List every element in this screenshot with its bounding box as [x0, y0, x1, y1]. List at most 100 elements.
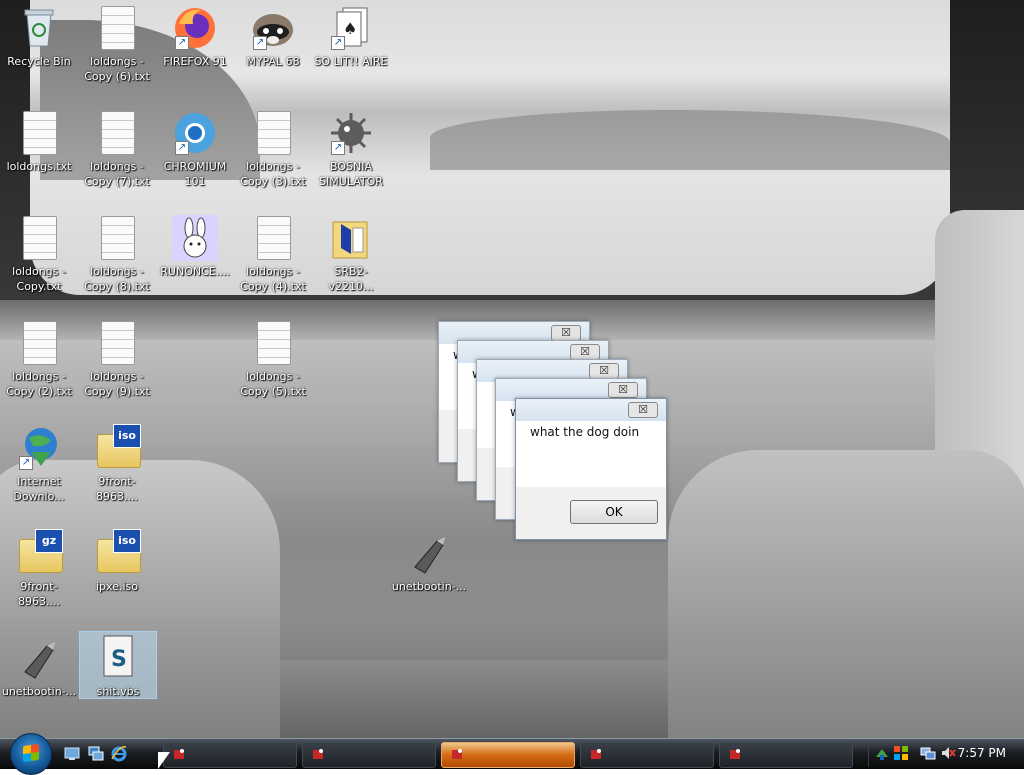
- script-host-icon: [452, 749, 462, 759]
- recycle-bin-icon: [15, 4, 63, 52]
- desktop-icon-firefox[interactable]: ↗ FIREFOX 91: [157, 4, 233, 69]
- script-host-icon: [313, 749, 323, 759]
- desktop-icon-gz[interactable]: gz 9front-8963....: [1, 529, 77, 609]
- icon-label: MYPAL 68: [246, 55, 300, 68]
- firefox-icon: ↗: [171, 4, 219, 52]
- start-button[interactable]: [10, 733, 52, 775]
- svg-text:S: S: [111, 647, 127, 672]
- icon-label: loldongs - Copy (9).txt: [84, 370, 150, 398]
- desktop-icon-bosnia-simulator[interactable]: ↗ BOSNIA SIMULATOR: [313, 109, 389, 189]
- desktop-icon-vbs[interactable]: S shit.vbs: [79, 631, 157, 699]
- network-share-icon[interactable]: [874, 745, 890, 761]
- switch-windows-icon[interactable]: [88, 746, 104, 762]
- desktop-icon-chromium[interactable]: ↗ CHROMIUM 101: [157, 109, 233, 189]
- icon-label: loldongs - Copy (7).txt: [84, 160, 150, 188]
- shortcut-arrow-icon: ↗: [175, 141, 189, 155]
- icon-label: loldongs - Copy (2).txt: [6, 370, 72, 398]
- icon-label: loldongs - Copy.txt: [12, 265, 66, 293]
- desktop-icon-runonce[interactable]: RUNONCE....: [157, 214, 233, 279]
- desktop-icon-solitaire[interactable]: ♠ ↗ SO LIT!! AIRE: [313, 4, 389, 69]
- desktop-icon-mypal[interactable]: ↗ MYPAL 68: [235, 4, 311, 69]
- icon-label: loldongs - Copy (3).txt: [240, 160, 306, 188]
- desktop-icon-txt[interactable]: loldongs - Copy (7).txt: [79, 109, 155, 189]
- taskbar-button[interactable]: [719, 742, 853, 768]
- desktop-icon-txt[interactable]: loldongs - Copy (8).txt: [79, 214, 155, 294]
- desktop-icon-srb2[interactable]: SRB2-v2210...: [313, 214, 389, 294]
- raccoon-icon: ↗: [249, 4, 297, 52]
- close-button[interactable]: ☒: [570, 344, 600, 360]
- message-box-active[interactable]: ☒ what the dog doin OK: [515, 398, 667, 540]
- cards-icon: ♠ ↗: [327, 4, 375, 52]
- desktop-icon-txt[interactable]: loldongs - Copy (9).txt: [79, 319, 155, 399]
- desktop-icon-txt[interactable]: loldongs - Copy (4).txt: [235, 214, 311, 294]
- desktop-icon-txt[interactable]: loldongs - Copy (6).txt: [79, 4, 155, 84]
- network-icon[interactable]: [920, 745, 936, 761]
- text-file-icon: [249, 214, 297, 262]
- text-file-icon: [15, 214, 63, 262]
- text-file-icon: [249, 319, 297, 367]
- internet-explorer-icon[interactable]: [111, 746, 127, 762]
- desktop[interactable]: Recycle Bin loldongs - Copy (6).txt ↗ FI…: [0, 0, 1024, 738]
- dialog-message: what the dog doin: [530, 425, 640, 439]
- text-file-icon: [15, 109, 63, 157]
- rocket-icon: [15, 634, 63, 682]
- icon-label: loldongs - Copy (5).txt: [240, 370, 306, 398]
- icon-label: shit.vbs: [96, 685, 140, 698]
- iso-file-icon: iso: [93, 529, 141, 577]
- svg-text:♠: ♠: [343, 19, 357, 38]
- shortcut-arrow-icon: ↗: [253, 36, 267, 50]
- volume-muted-icon[interactable]: [940, 745, 956, 761]
- gz-file-icon: gz: [15, 529, 63, 577]
- desktop-icon-iso[interactable]: iso ipxe.iso: [79, 529, 155, 594]
- system-clock[interactable]: 7:57 PM: [958, 746, 1006, 760]
- text-file-icon: [93, 4, 141, 52]
- icon-label: loldongs.txt: [6, 160, 72, 173]
- shortcut-arrow-icon: ↗: [175, 36, 189, 50]
- taskbar-button[interactable]: [580, 742, 714, 768]
- taskbar-button-active[interactable]: [441, 742, 575, 768]
- ok-button[interactable]: OK: [570, 500, 658, 524]
- script-host-icon: [730, 749, 740, 759]
- desktop-icon-txt[interactable]: loldongs - Copy (3).txt: [235, 109, 311, 189]
- icon-label: 9front-8963....: [96, 475, 138, 503]
- desktop-icon-unetbootin[interactable]: unetbootin-...: [391, 529, 467, 594]
- close-button[interactable]: ☒: [589, 363, 619, 379]
- script-host-icon: [174, 749, 184, 759]
- desktop-icon-recycle-bin[interactable]: Recycle Bin: [1, 4, 77, 69]
- icon-label: CHROMIUM 101: [163, 160, 227, 188]
- icon-label: unetbootin-...: [1, 685, 77, 698]
- iso-file-icon: iso: [93, 424, 141, 472]
- close-button[interactable]: ☒: [551, 325, 581, 341]
- text-file-icon: [93, 214, 141, 262]
- tray-divider: [868, 741, 869, 767]
- globe-icon: ↗: [15, 424, 63, 472]
- desktop-icon-internet-download-manager[interactable]: ↗ Internet Downlo...: [1, 424, 77, 504]
- wallpaper-seat-right: [668, 450, 1024, 738]
- windows-logo-icon: [23, 743, 39, 763]
- shortcut-arrow-icon: ↗: [19, 456, 33, 470]
- windows-flag-icon[interactable]: [893, 745, 909, 761]
- desktop-icon-txt[interactable]: loldongs - Copy.txt: [1, 214, 77, 294]
- icon-label: loldongs - Copy (6).txt: [84, 55, 150, 83]
- desktop-icon-iso[interactable]: iso 9front-8963....: [79, 424, 155, 504]
- desktop-icon-unetbootin[interactable]: unetbootin-...: [1, 634, 77, 699]
- taskbar: 7:57 PM: [0, 733, 1024, 775]
- taskbar-button[interactable]: [163, 742, 297, 768]
- icon-label: FIREFOX 91: [163, 55, 227, 68]
- text-file-icon: [15, 319, 63, 367]
- show-desktop-icon[interactable]: [64, 746, 80, 762]
- rocket-icon: [405, 529, 453, 577]
- close-button[interactable]: ☒: [608, 382, 638, 398]
- script-host-icon: [591, 749, 601, 759]
- icon-label: ipxe.iso: [96, 580, 138, 593]
- mouse-cursor: [158, 752, 170, 769]
- icon-label: Recycle Bin: [7, 55, 71, 68]
- shortcut-arrow-icon: ↗: [331, 141, 345, 155]
- taskbar-button[interactable]: [302, 742, 436, 768]
- shortcut-arrow-icon: ↗: [331, 36, 345, 50]
- close-button[interactable]: ☒: [628, 402, 658, 418]
- desktop-icon-txt[interactable]: loldongs - Copy (5).txt: [235, 319, 311, 399]
- desktop-icon-txt[interactable]: loldongs - Copy (2).txt: [1, 319, 77, 399]
- wallpaper-hills: [430, 110, 950, 170]
- desktop-icon-txt[interactable]: loldongs.txt: [1, 109, 77, 174]
